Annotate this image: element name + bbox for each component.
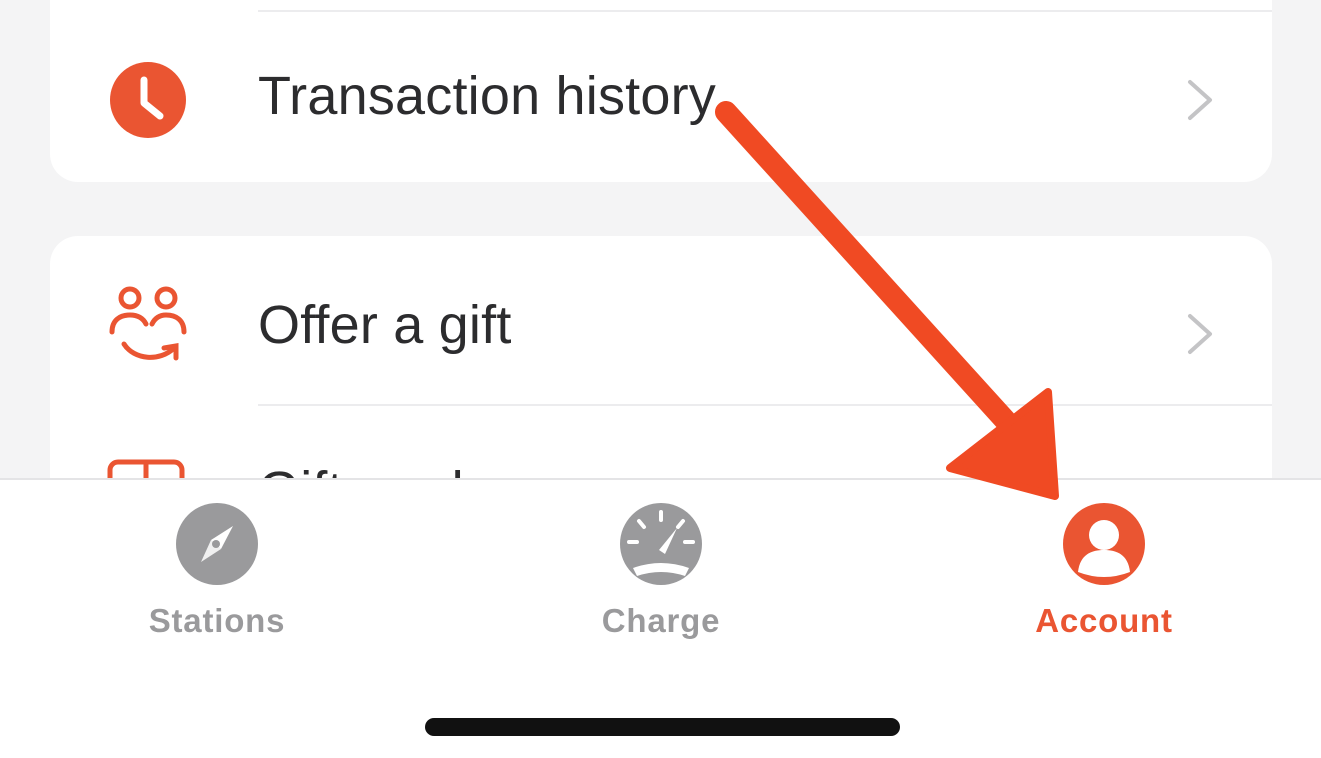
speedometer-icon <box>619 502 703 586</box>
offer-gift-label: Offer a gift <box>258 295 512 355</box>
compass-icon <box>175 502 259 586</box>
offer-gift-row[interactable]: Offer a gift <box>50 248 1272 398</box>
row-divider <box>258 404 1272 406</box>
menu-card-top: Transaction history <box>50 0 1272 182</box>
person-icon <box>1062 502 1146 586</box>
tab-account[interactable]: Account <box>974 480 1234 650</box>
tab-account-label: Account <box>1035 602 1173 639</box>
transaction-history-row[interactable]: Transaction history <box>50 25 1272 175</box>
transaction-history-label: Transaction history <box>258 66 716 126</box>
people-gift-icon <box>106 282 190 366</box>
tab-bar: Stations Charge Account <box>0 478 1321 758</box>
tab-stations-label: Stations <box>148 602 286 639</box>
chevron-right-icon <box>1182 310 1218 358</box>
tab-stations[interactable]: Stations <box>87 480 347 650</box>
tab-charge-label: Charge <box>601 602 721 639</box>
home-indicator <box>425 718 900 736</box>
row-divider <box>258 10 1272 12</box>
clock-icon <box>106 58 190 142</box>
tab-charge[interactable]: Charge <box>531 480 791 650</box>
chevron-right-icon <box>1182 76 1218 124</box>
